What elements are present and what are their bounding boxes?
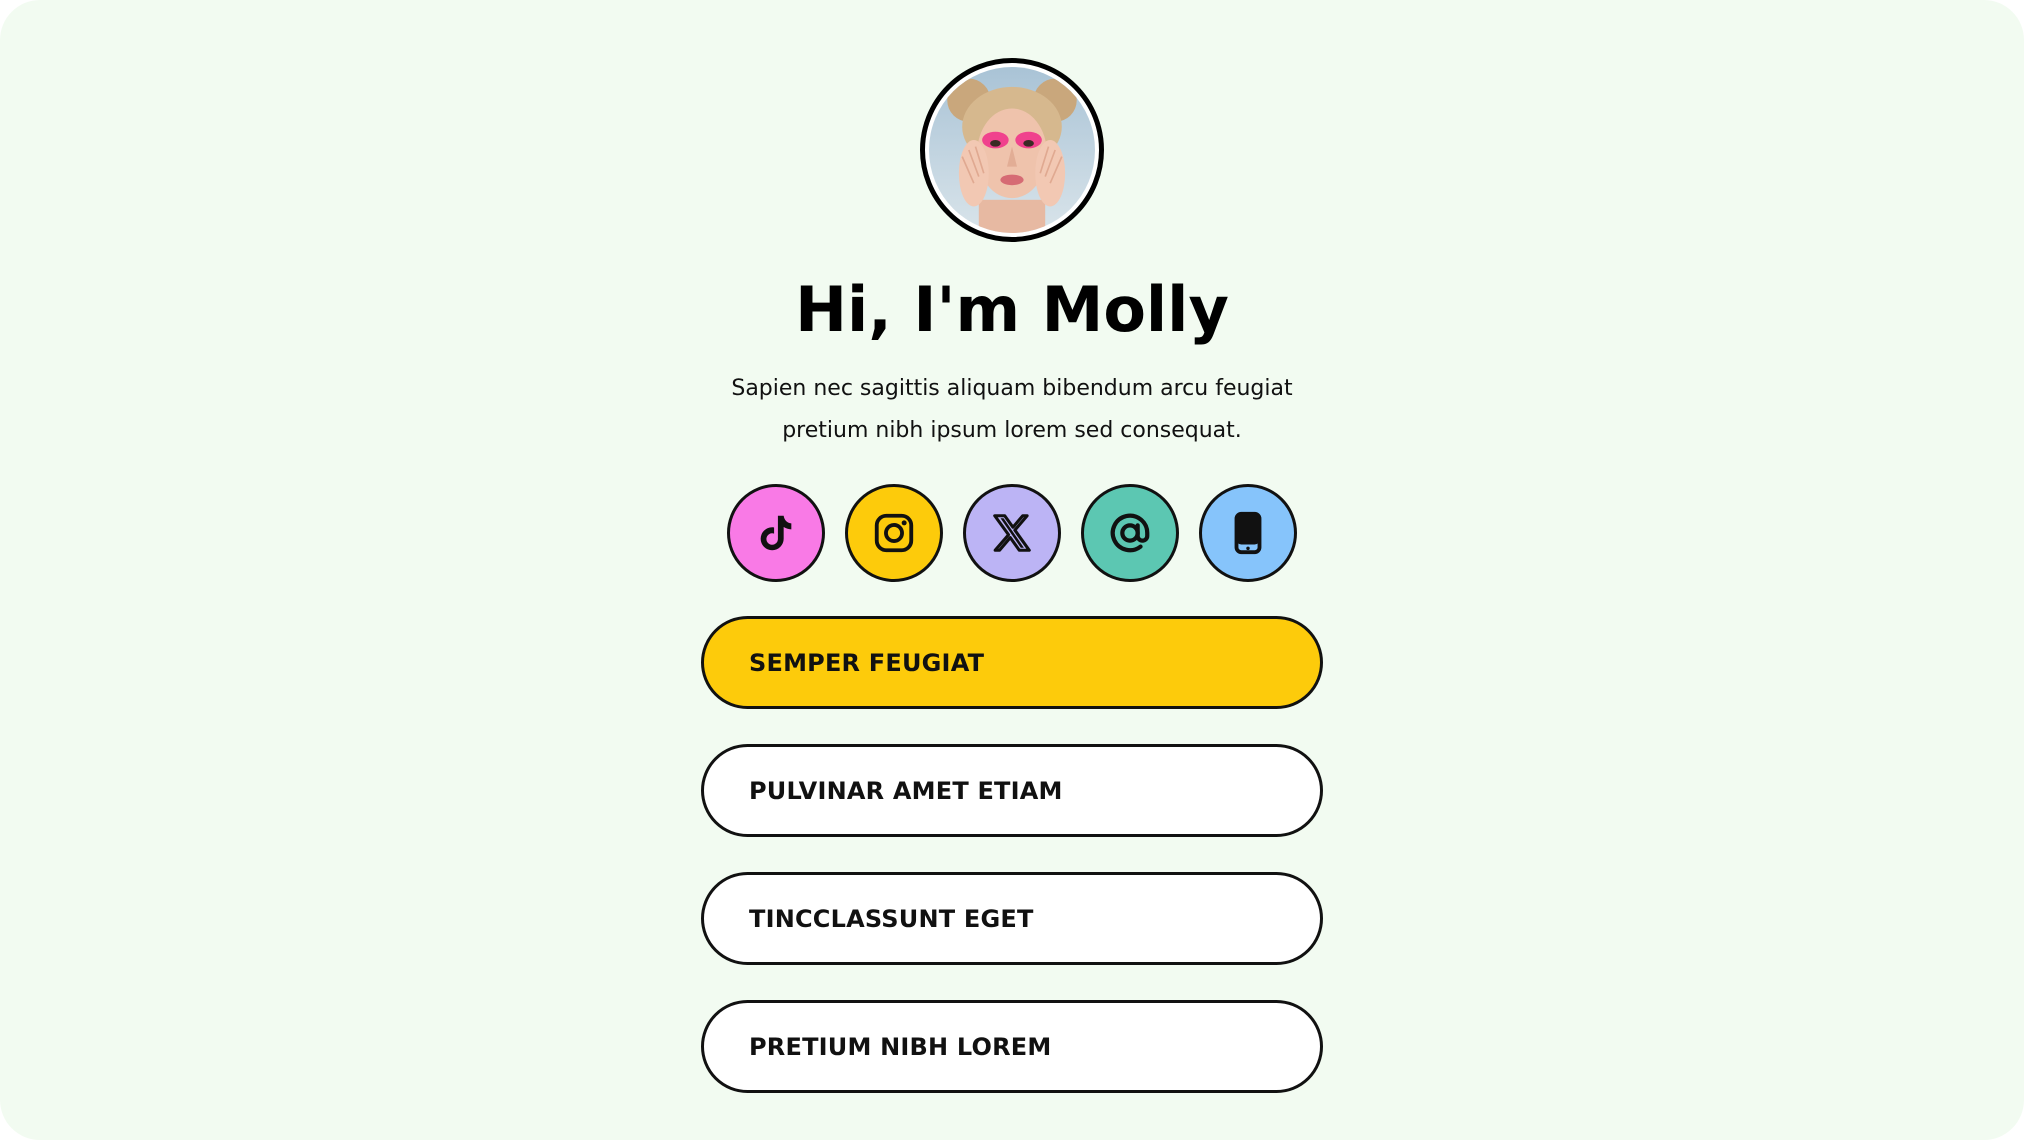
link-label: PRETIUM NIBH LOREM — [749, 1032, 1052, 1061]
link-button-semper-feugiat[interactable]: SEMPER FEUGIAT — [701, 616, 1323, 710]
link-label: TINCCLASSUNT EGET — [749, 904, 1034, 933]
at-sign-icon — [1110, 513, 1150, 553]
x-icon — [993, 514, 1031, 552]
social-button-x[interactable] — [963, 484, 1061, 583]
instagram-icon — [874, 514, 914, 553]
bio-text: Sapien nec sagittis aliquam bibendum arc… — [731, 376, 1293, 444]
link-button-tincclassunt-eget[interactable]: TINCCLASSUNT EGET — [701, 872, 1323, 966]
social-button-tiktok[interactable] — [727, 484, 825, 583]
link-label: SEMPER FEUGIAT — [749, 648, 985, 677]
profile-column: Hi, I'm Molly Sapien nec sagittis aliqua… — [0, 0, 2024, 1094]
avatar — [920, 58, 1104, 242]
tiktok-icon — [760, 515, 792, 551]
phone-icon — [1234, 512, 1262, 555]
avatar-photo — [929, 67, 1095, 233]
social-button-phone[interactable] — [1199, 484, 1297, 583]
page-title: Hi, I'm Molly — [795, 273, 1229, 346]
link-button-pulvinar-amet-etiam[interactable]: PULVINAR AMET ETIAM — [701, 744, 1323, 838]
social-icons-row — [727, 484, 1297, 583]
link-list: SEMPER FEUGIAT PULVINAR AMET ETIAM TINCC… — [701, 616, 1323, 1094]
link-button-pretium-nibh-lorem[interactable]: PRETIUM NIBH LOREM — [701, 1000, 1323, 1094]
social-button-email[interactable] — [1081, 484, 1179, 583]
social-button-instagram[interactable] — [845, 484, 943, 583]
link-in-bio-page: Hi, I'm Molly Sapien nec sagittis aliqua… — [0, 0, 2024, 1140]
link-label: PULVINAR AMET ETIAM — [749, 776, 1063, 805]
